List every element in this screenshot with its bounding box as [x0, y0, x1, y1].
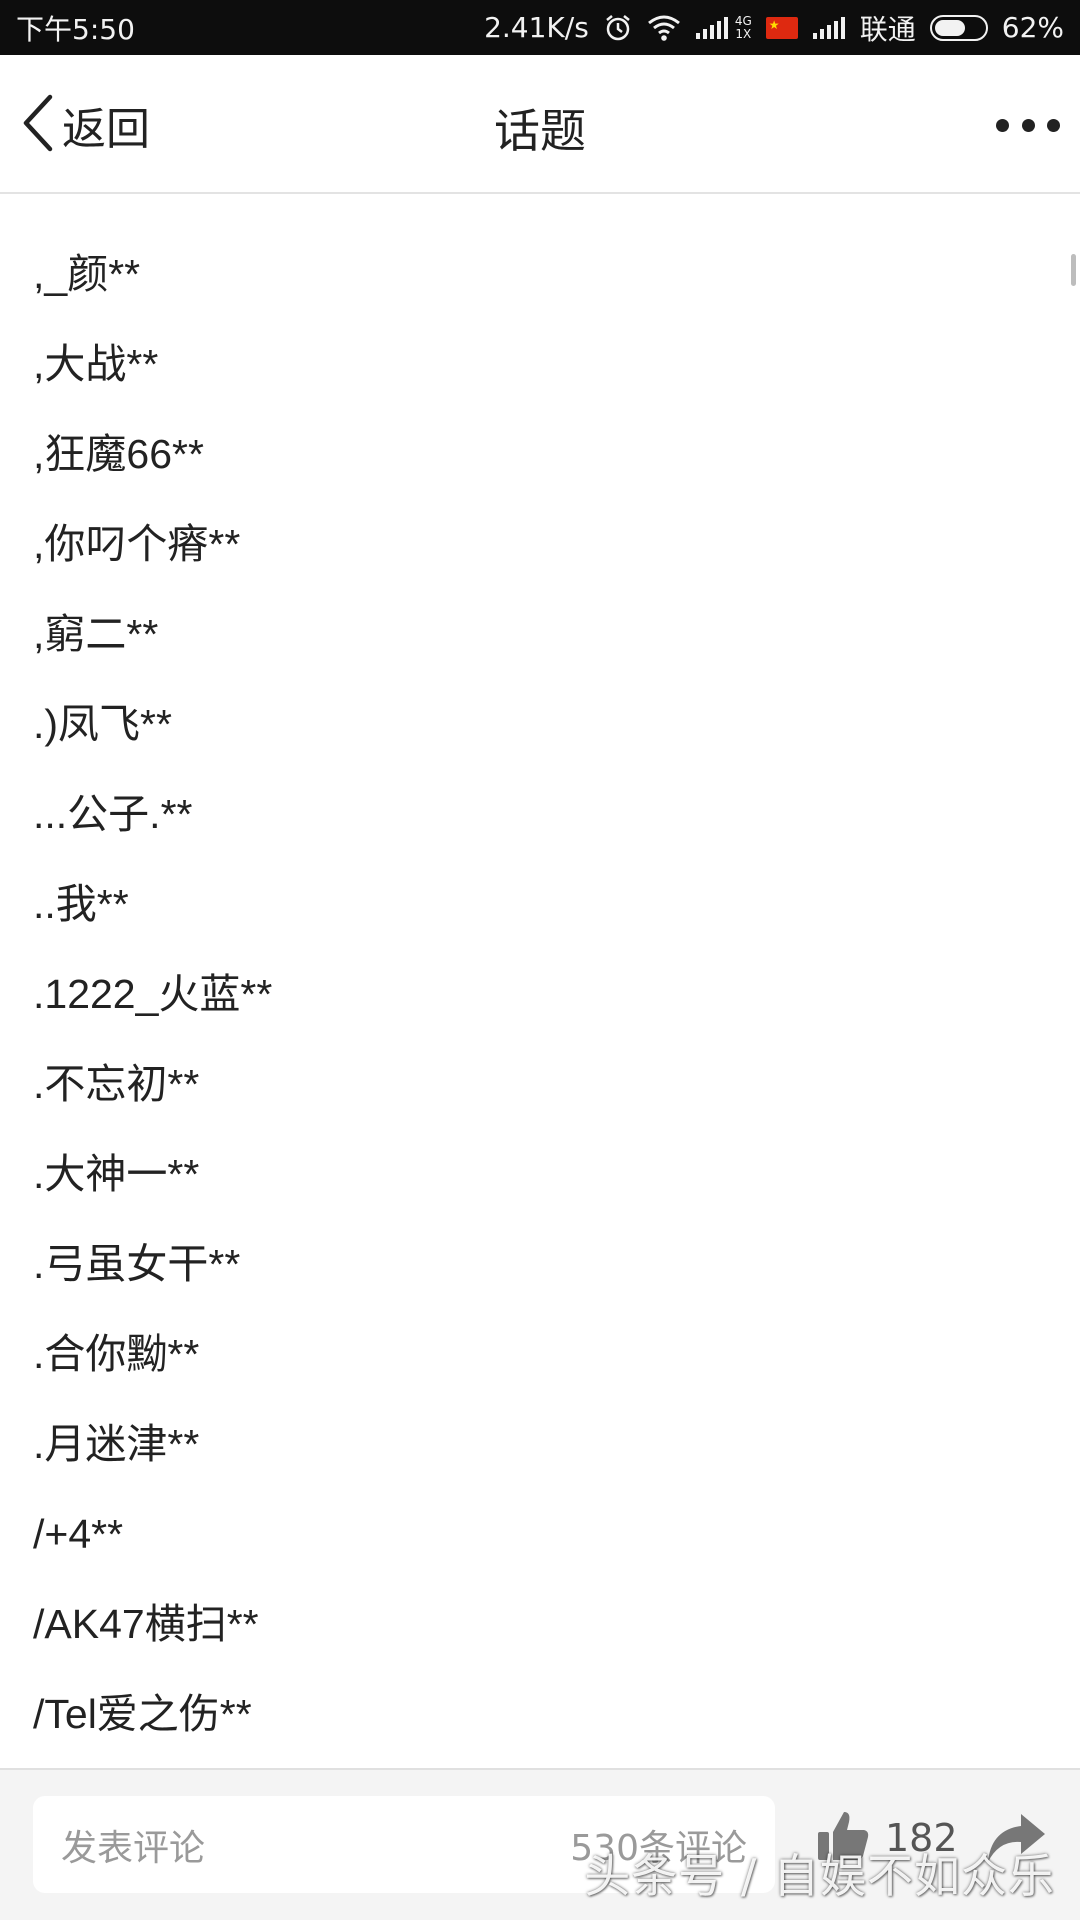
nav-bar: 返回 话题 — [0, 55, 1080, 194]
network-type-badge: 4G 1X — [734, 13, 752, 41]
page-title: 话题 — [494, 104, 586, 158]
list-item[interactable]: ...公子.** — [0, 769, 1080, 859]
list-item[interactable]: .月迷津** — [0, 1399, 1080, 1489]
alarm-icon — [603, 13, 633, 43]
list-item[interactable]: .1222_火蓝** — [0, 949, 1080, 1039]
status-time: 下午5:50 — [16, 12, 135, 46]
thumbs-up-icon — [815, 1808, 871, 1868]
topic-list: ,_颜** ,大战** ,狂魔66** ,你叼个瘠** ,窮二** .)凤飞** ...公子… — [0, 229, 1080, 1759]
list-item[interactable]: ,狂魔66** — [0, 409, 1080, 499]
list-item[interactable]: ,大战** — [0, 319, 1080, 409]
flag-icon — [765, 16, 798, 39]
more-dots-icon — [1047, 118, 1060, 132]
chevron-left-icon — [20, 93, 56, 157]
battery-level — [934, 19, 965, 36]
share-button[interactable] — [985, 1810, 1047, 1870]
share-arrow-icon — [985, 1814, 1047, 1870]
list-item[interactable]: .弓虽女干** — [0, 1219, 1080, 1309]
signal-icon — [812, 15, 846, 41]
back-label: 返回 — [62, 104, 150, 155]
more-dots-icon — [1021, 118, 1035, 132]
like-button[interactable]: 182 — [815, 1808, 958, 1868]
like-count: 182 — [885, 1816, 958, 1860]
network-type-bottom: 1X — [735, 26, 752, 41]
list-item[interactable]: .大神一** — [0, 1129, 1080, 1219]
more-dots-icon — [996, 118, 1009, 132]
list-item[interactable]: /AK47横扫** — [0, 1579, 1080, 1669]
comment-input[interactable]: 发表评论 530条评论 — [33, 1796, 775, 1893]
list-item[interactable]: ,你叼个瘠** — [0, 499, 1080, 589]
wifi-icon — [647, 14, 681, 42]
battery-icon — [929, 14, 988, 41]
back-button[interactable]: 返回 — [20, 93, 150, 157]
list-item[interactable]: ,_颜** — [0, 229, 1080, 319]
list-item[interactable]: /Tel爱之伤** — [0, 1669, 1080, 1759]
topic-content[interactable]: ,_颜** ,大战** ,狂魔66** ,你叼个瘠** ,窮二** .)凤飞** ...公子… — [0, 194, 1080, 1768]
comment-count[interactable]: 530条评论 — [570, 1819, 747, 1871]
more-button[interactable] — [996, 100, 1060, 150]
scrollbar[interactable] — [1071, 254, 1076, 286]
list-item[interactable]: .不忘初** — [0, 1039, 1080, 1129]
list-item[interactable]: .)凤飞** — [0, 679, 1080, 769]
list-item[interactable]: /+4** — [0, 1489, 1080, 1579]
status-bar: 下午5:50 2.41K/s 4G 1X ★ 联通 62% — [0, 0, 1080, 55]
list-item[interactable]: ..我** — [0, 859, 1080, 949]
carrier-name: 联通 — [859, 12, 916, 46]
battery-percent: 62% — [1001, 11, 1064, 44]
signal-icon — [695, 15, 729, 41]
list-item[interactable]: ,窮二** — [0, 589, 1080, 679]
network-type-top: 4G — [734, 13, 752, 28]
bottom-bar: 发表评论 530条评论 182 — [0, 1768, 1080, 1920]
comment-placeholder: 发表评论 — [61, 1827, 206, 1869]
list-item[interactable]: .合你黝** — [0, 1309, 1080, 1399]
network-speed: 2.41K/s — [484, 11, 589, 44]
